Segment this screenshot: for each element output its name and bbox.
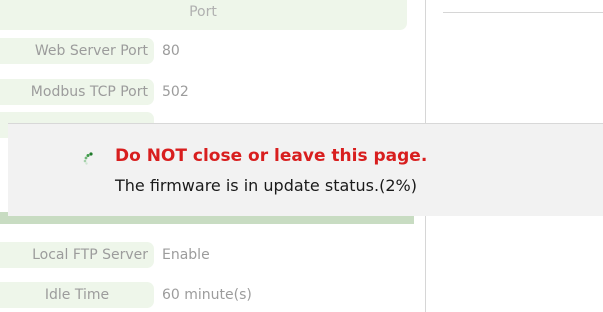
modbus-tcp-port-label: Modbus TCP Port — [0, 79, 154, 105]
update-status-text: The firmware is in update status.(2%) — [115, 176, 417, 195]
loading-spinner-icon — [83, 152, 93, 165]
update-warning-text: Do NOT close or leave this page. — [115, 146, 428, 166]
right-panel-divider — [443, 12, 603, 13]
port-section-header: Port — [0, 0, 407, 30]
web-server-port-value[interactable]: 80 — [162, 38, 180, 64]
web-server-port-label: Web Server Port — [0, 38, 154, 64]
local-ftp-server-value[interactable]: Enable — [162, 242, 210, 268]
port-section-title: Port — [189, 4, 217, 20]
idle-time-value[interactable]: 60 minute(s) — [162, 282, 252, 308]
modbus-tcp-port-value[interactable]: 502 — [162, 79, 189, 105]
firmware-update-overlay — [8, 123, 603, 216]
local-ftp-server-label: Local FTP Server — [0, 242, 154, 268]
settings-page: Port Web Server Port 80 Modbus TCP Port … — [0, 0, 603, 312]
idle-time-label: Idle Time — [0, 282, 154, 308]
